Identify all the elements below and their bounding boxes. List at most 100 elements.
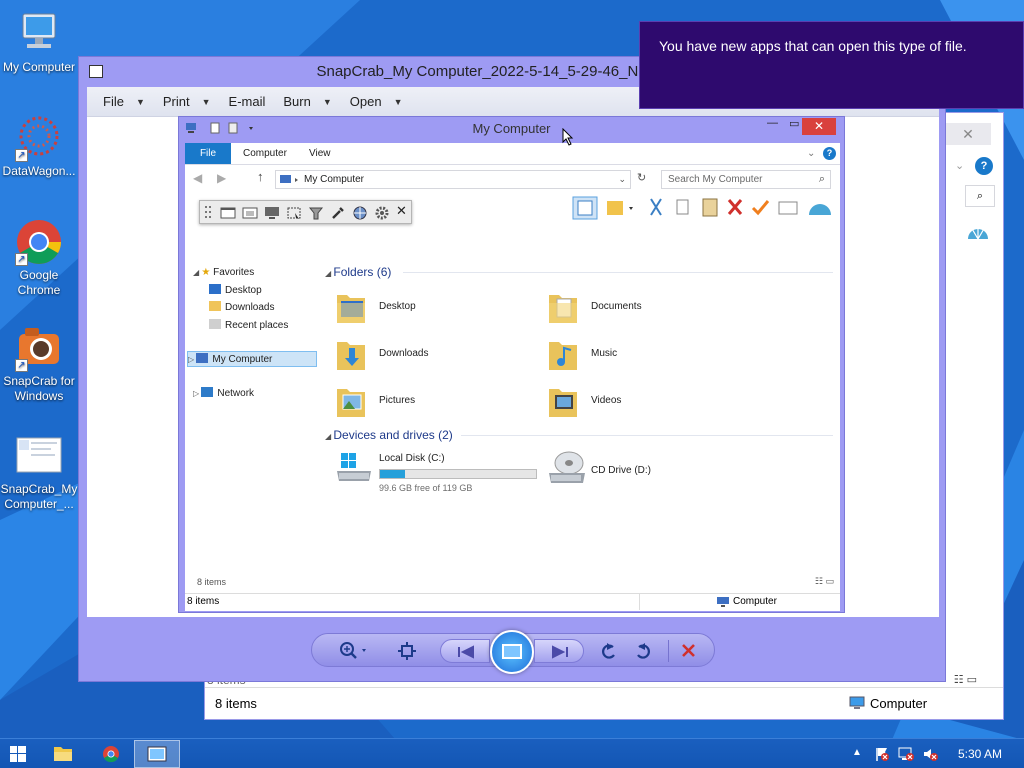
network-icon bbox=[201, 387, 214, 397]
start-windows-icon[interactable] bbox=[10, 746, 26, 762]
menu-label: File bbox=[103, 94, 124, 109]
desktop-icon-my-computer[interactable]: My Computer bbox=[0, 10, 78, 75]
taskbar: ▲ 5:30 AM bbox=[0, 738, 1024, 768]
menu-file[interactable]: File ▼ bbox=[103, 94, 145, 109]
mouse-cursor-icon bbox=[562, 127, 574, 146]
recent-places-icon bbox=[209, 319, 221, 329]
taskbar-clock[interactable]: 5:30 AM bbox=[958, 739, 1002, 768]
computer-icon bbox=[717, 597, 729, 607]
divider bbox=[461, 435, 833, 436]
menu-label: Print bbox=[162, 94, 190, 109]
menu-burn[interactable]: Burn ▼ bbox=[283, 94, 331, 109]
status-bar: 8 items Computer bbox=[205, 687, 1003, 719]
minimize-icon: — bbox=[767, 117, 778, 129]
menu-print[interactable]: Print ▼ bbox=[163, 94, 211, 109]
image-thumbnail-icon bbox=[15, 432, 63, 480]
folder-icon bbox=[337, 389, 365, 417]
rotate-right-icon[interactable] bbox=[632, 641, 654, 661]
folder-name: Downloads bbox=[379, 348, 429, 359]
desktop-icon-snapcrab-image[interactable]: SnapCrab_My Computer_... bbox=[0, 432, 78, 512]
details-view-icon[interactable]: ☷ ▭ bbox=[954, 673, 977, 686]
help-icon[interactable]: ? bbox=[975, 157, 993, 175]
folder-pictures: Pictures bbox=[335, 383, 535, 423]
dropdown-caret-icon: ⌄ bbox=[618, 174, 626, 184]
desktop-icon-datawagon[interactable]: ↗ DataWagon... bbox=[0, 114, 78, 179]
forward-icon: ▶ bbox=[217, 171, 227, 185]
folder-videos: Videos bbox=[547, 383, 747, 423]
folder-icon bbox=[549, 389, 577, 417]
status-items-count: 8 items bbox=[187, 596, 220, 607]
menu-label: E-mail bbox=[228, 94, 266, 109]
taskbar-image-viewer[interactable] bbox=[134, 740, 180, 768]
computer-icon bbox=[849, 696, 865, 710]
nav-network: ▷ Network bbox=[193, 387, 255, 399]
snapcrab-icon: ↗ bbox=[15, 324, 63, 372]
drive-free-space: 99.6 GB free of 119 GB bbox=[379, 483, 473, 493]
capture-desktop-icon[interactable] bbox=[264, 205, 280, 221]
status-bar: 8 items Computer bbox=[185, 593, 840, 611]
capture-fixed-region-icon[interactable] bbox=[308, 205, 324, 221]
folders-header: ◢ Folders (6) bbox=[325, 265, 392, 279]
capture-region-icon[interactable] bbox=[286, 205, 302, 221]
network-icon[interactable] bbox=[898, 746, 914, 762]
nav-favorites: ◢ ★ Favorites bbox=[193, 267, 255, 278]
taskbar-file-explorer[interactable] bbox=[40, 740, 86, 768]
action-center-flag-icon[interactable] bbox=[874, 746, 890, 762]
snapcrab-capture-toolbar[interactable]: ✕ bbox=[199, 200, 412, 224]
ribbon-tabs: File Computer View ⌄ ? bbox=[185, 143, 840, 165]
zoom-button[interactable] bbox=[338, 641, 372, 661]
taskbar-chrome[interactable] bbox=[88, 740, 134, 768]
search-placeholder: Search My Computer bbox=[668, 174, 763, 185]
shell-icon[interactable] bbox=[965, 219, 991, 243]
navigation-pane: ◢ ★ Favorites Desktop Downloads Recent p… bbox=[185, 195, 323, 593]
menu-open[interactable]: Open ▼ bbox=[350, 94, 403, 109]
desktop-icon-label: SnapCrab_My Computer_... bbox=[0, 482, 78, 511]
web-capture-icon[interactable] bbox=[352, 205, 368, 221]
screenshot-image: My Computer — ▭ ✕ File Computer View ⌄ ?… bbox=[178, 116, 845, 613]
rotate-left-icon[interactable] bbox=[598, 641, 620, 661]
nav-downloads: Downloads bbox=[209, 300, 274, 316]
show-hidden-icons-icon[interactable]: ▲ bbox=[852, 747, 862, 758]
previous-button[interactable] bbox=[440, 639, 490, 663]
actual-size-button[interactable] bbox=[396, 641, 418, 661]
close-icon[interactable]: ✕ bbox=[396, 203, 410, 219]
close-button[interactable]: ✕ bbox=[945, 123, 991, 145]
eyedropper-icon[interactable] bbox=[330, 205, 346, 221]
viewer-controls bbox=[311, 630, 715, 674]
menu-label: Open bbox=[349, 94, 382, 109]
shortcut-arrow-icon: ↗ bbox=[15, 253, 28, 266]
folder-downloads: Downloads bbox=[335, 336, 535, 376]
cd-drive-icon bbox=[549, 451, 585, 483]
slideshow-button[interactable] bbox=[490, 630, 534, 674]
delete-icon[interactable] bbox=[678, 641, 700, 661]
back-icon: ◀ bbox=[193, 171, 203, 185]
search-icon: ⌕ bbox=[818, 173, 825, 185]
desktop-icon-google-chrome[interactable]: ↗ Google Chrome bbox=[0, 218, 78, 298]
divider bbox=[403, 272, 833, 273]
nav-label: Network bbox=[217, 388, 255, 399]
menu-email[interactable]: E-mail bbox=[229, 94, 266, 109]
status-items-count: 8 items bbox=[215, 696, 257, 711]
dropdown-caret-icon: ▼ bbox=[393, 96, 403, 107]
folder-name: Pictures bbox=[379, 395, 416, 406]
dropdown-caret-icon: ▼ bbox=[135, 96, 145, 107]
volume-muted-icon[interactable] bbox=[922, 746, 938, 762]
desktop-icon-label: SnapCrab for Windows bbox=[3, 374, 75, 403]
dropdown-caret-icon: ▼ bbox=[201, 96, 211, 107]
divider bbox=[639, 594, 640, 610]
photo-viewer-icon bbox=[147, 746, 167, 762]
search-icon[interactable]: ⌕ bbox=[965, 185, 995, 207]
desktop-icon-snapcrab[interactable]: ↗ SnapCrab for Windows bbox=[0, 324, 78, 404]
notification-toast[interactable]: You have new apps that can open this typ… bbox=[639, 21, 1024, 109]
folder-name: Music bbox=[591, 348, 618, 359]
next-button[interactable] bbox=[534, 639, 584, 663]
nav-label: Recent places bbox=[225, 320, 289, 331]
capture-window-icon[interactable] bbox=[220, 205, 236, 221]
capture-client-area-icon[interactable] bbox=[242, 205, 258, 221]
folder-icon bbox=[549, 295, 577, 323]
desktop-icon-label: Google Chrome bbox=[17, 268, 61, 297]
address-row: ◀ ▶ ↑ My Computer ⌄ ↻ Search My Computer… bbox=[185, 165, 840, 195]
settings-gear-icon[interactable] bbox=[374, 205, 390, 221]
address-text: My Computer bbox=[304, 174, 365, 185]
desktop-icon-label: DataWagon... bbox=[2, 164, 76, 178]
